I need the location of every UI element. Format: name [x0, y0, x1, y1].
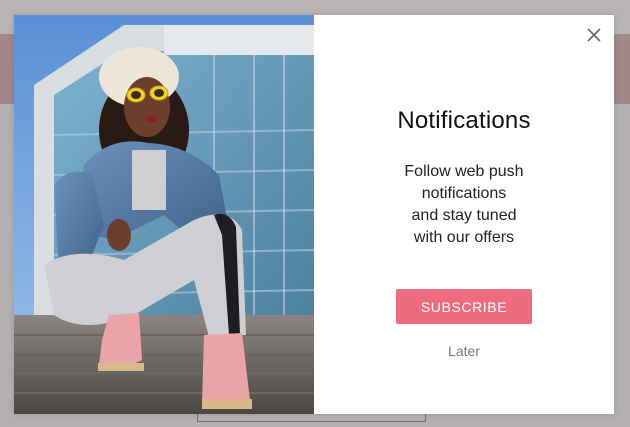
popup-title: Notifications: [397, 107, 531, 134]
popup-description: Follow web push notifications and stay t…: [364, 161, 564, 249]
description-line: notifications: [421, 185, 507, 202]
subscribe-button[interactable]: SUBSCRIBE: [396, 289, 532, 324]
description-line: and stay tuned: [411, 207, 517, 224]
close-icon[interactable]: [584, 25, 604, 45]
hero-image: [14, 15, 314, 414]
page-backdrop: Notifications Follow web push notificati…: [0, 0, 630, 427]
notification-popup: Notifications Follow web push notificati…: [14, 15, 614, 414]
fashion-photo: [14, 15, 314, 414]
popup-content: Notifications Follow web push notificati…: [314, 15, 614, 414]
description-line: with our offers: [413, 229, 515, 246]
later-link[interactable]: Later: [448, 343, 480, 359]
description-line: Follow web push: [404, 163, 524, 180]
